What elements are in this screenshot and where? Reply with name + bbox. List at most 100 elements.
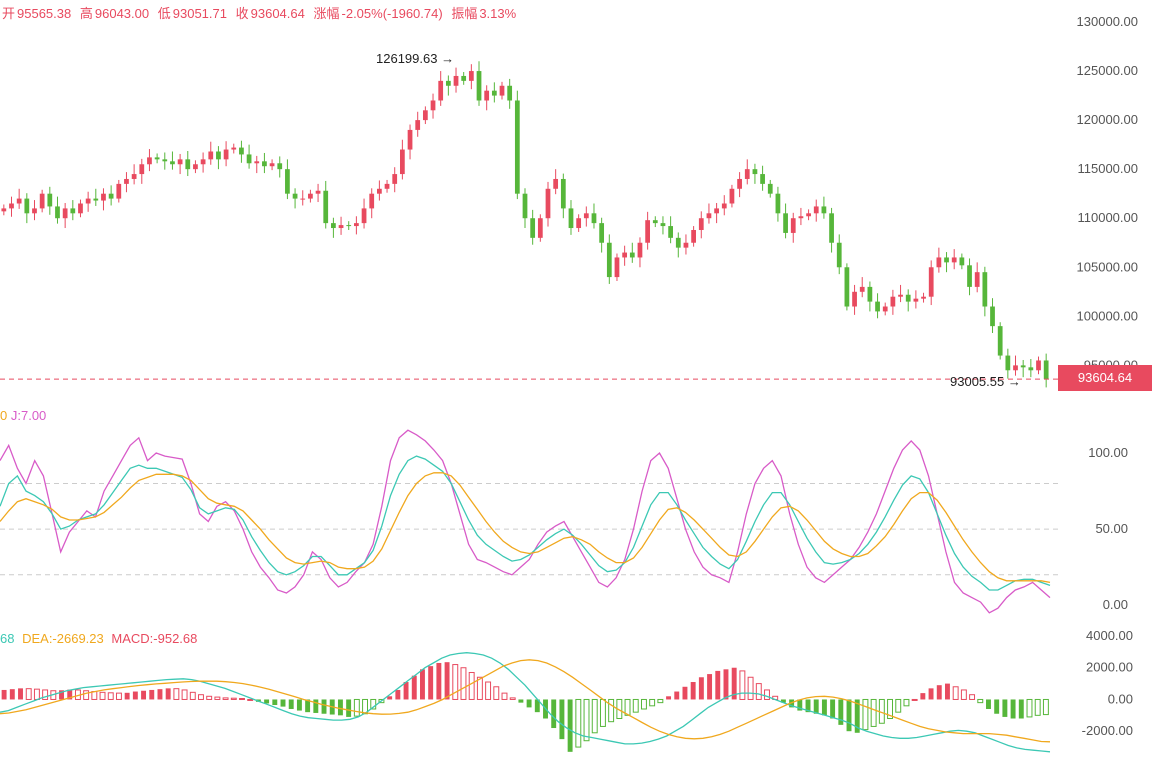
grid-layer	[0, 482, 1058, 576]
candle-body	[346, 225, 352, 227]
low-label: 低	[157, 6, 171, 21]
macd-histogram-bar	[420, 669, 425, 700]
macd-histogram-bar	[846, 699, 852, 732]
candle-body	[652, 220, 658, 224]
macd-histogram-bar	[222, 697, 229, 700]
candle-body	[637, 242, 643, 258]
candle-body	[553, 178, 559, 189]
legend-macd-value: MACD:-952.68	[111, 631, 198, 646]
candle-body	[1036, 360, 1041, 371]
candle-body	[744, 169, 750, 179]
macd-histogram-bar	[115, 692, 122, 700]
macd-histogram-bar	[452, 664, 459, 700]
candle-body	[645, 220, 651, 243]
macd-histogram-bar	[99, 691, 106, 700]
candle-body	[706, 213, 712, 219]
candle-body	[737, 178, 742, 189]
kdj-tick-label: 100.00	[1088, 445, 1128, 460]
candle-body	[507, 85, 513, 101]
macd-histogram-bar	[189, 691, 196, 700]
macd-histogram-bar	[501, 692, 508, 700]
candle-body	[668, 226, 673, 238]
candle-body	[131, 174, 137, 179]
candle-body	[890, 296, 896, 307]
candle-body	[62, 208, 68, 219]
macd-histogram-bar	[1002, 699, 1008, 717]
candle-body	[522, 193, 528, 219]
candle-body	[568, 208, 574, 229]
candle-body	[369, 193, 375, 209]
high-label: 高	[79, 6, 93, 21]
macd-histogram-bar	[903, 698, 910, 707]
macd-histogram-bar	[198, 694, 204, 700]
legend-j-value: J:7.00	[10, 408, 47, 423]
candle-body	[767, 183, 773, 194]
candle-body	[200, 159, 206, 165]
macd-histogram-bar	[830, 699, 836, 719]
candle-body	[1028, 367, 1034, 371]
macd-histogram-bar	[1, 689, 7, 700]
price-tick-label: 130000.00	[1077, 14, 1138, 29]
candle-body	[323, 190, 329, 224]
candle-body	[959, 257, 965, 266]
close-label: 收	[235, 6, 249, 21]
macd-histogram-bar	[107, 692, 114, 700]
kdj-tick-label: 50.00	[1095, 521, 1128, 536]
macd-histogram-bar	[640, 698, 647, 710]
macd-histogram-bar	[666, 696, 672, 700]
candle-body	[9, 203, 14, 209]
macd-histogram-bar	[1018, 699, 1024, 719]
candle-body	[216, 151, 221, 160]
candle-body	[47, 193, 53, 207]
macd-histogram-bar	[698, 677, 704, 700]
candle-body	[170, 161, 175, 165]
candle-body	[93, 198, 99, 201]
macd-histogram-bar	[952, 686, 959, 700]
macd-histogram-bar	[214, 696, 221, 700]
candle-body	[32, 208, 37, 214]
candle-body	[913, 298, 919, 302]
candle-body	[453, 75, 459, 86]
macd-histogram-bar	[428, 666, 434, 700]
macd-layer	[0, 652, 1051, 753]
macd-histogram-bar	[813, 699, 819, 714]
candle-body	[798, 216, 804, 219]
candle-body	[545, 188, 551, 219]
macd-histogram-bar	[25, 688, 32, 700]
candle-body	[836, 242, 842, 268]
candle-body	[177, 159, 183, 165]
candle-body	[499, 85, 505, 96]
amplitude-label: 振幅	[451, 6, 478, 21]
candle-body	[821, 206, 827, 214]
macd-histogram-bar	[239, 698, 245, 701]
kdj-layer	[0, 429, 1051, 614]
candle-body	[783, 213, 788, 233]
candle-body	[622, 252, 628, 258]
change-value: -2.05%(-1960.74)	[341, 6, 443, 21]
macd-histogram-bar	[526, 699, 532, 708]
macd-histogram-bar	[583, 698, 590, 742]
macd-histogram-bar	[608, 698, 615, 723]
candle-body	[729, 188, 735, 204]
candle-body	[55, 206, 60, 219]
candle-body	[967, 265, 972, 287]
macd-histogram-bar	[33, 688, 40, 700]
candle-body	[491, 90, 497, 96]
candle-body	[415, 120, 421, 130]
candle-body	[752, 169, 758, 175]
candle-body	[162, 159, 168, 162]
candle-body	[468, 71, 474, 81]
macd-histogram-bar	[649, 698, 656, 707]
candle-body	[354, 223, 359, 227]
macd-histogram-bar	[165, 688, 171, 700]
macd-histogram-bar	[986, 699, 991, 709]
macd-histogram-bar	[181, 689, 188, 700]
macd-histogram-bar	[91, 691, 98, 700]
macd-histogram-bar	[1026, 698, 1033, 718]
candle-body	[882, 306, 888, 312]
candle-body	[921, 296, 926, 299]
candle-body	[124, 178, 129, 184]
macd-histogram-bar	[518, 699, 524, 703]
macd-histogram-bar	[141, 690, 147, 700]
macd-histogram-bar	[411, 675, 417, 700]
